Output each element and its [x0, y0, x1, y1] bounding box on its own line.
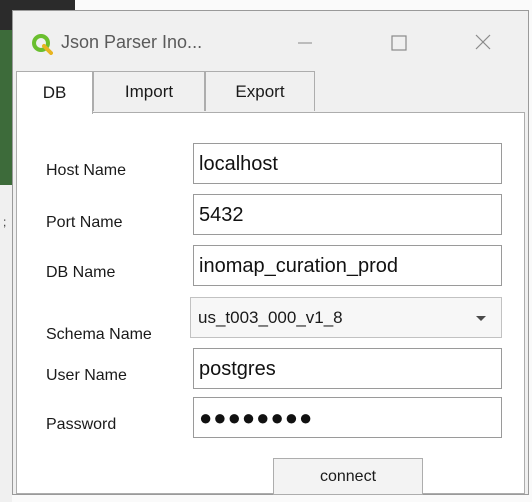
tab-db[interactable]: DB: [16, 71, 93, 114]
password-input[interactable]: ●●●●●●●●: [193, 397, 502, 438]
background-edge-text: ;: [3, 215, 7, 229]
schema-name-select[interactable]: us_t003_000_v1_8: [190, 297, 502, 338]
tab-bar: DB Import Export: [13, 71, 528, 114]
schema-name-label: Schema Name: [46, 326, 152, 343]
connect-button[interactable]: connect: [273, 458, 423, 495]
json-parser-dialog: Json Parser Ino... DB Import Export Host…: [12, 10, 529, 495]
port-name-label: Port Name: [46, 214, 123, 231]
chevron-down-icon: [476, 316, 486, 321]
window-title: Json Parser Ino...: [61, 32, 203, 52]
schema-name-value: us_t003_000_v1_8: [198, 308, 343, 327]
qgis-icon: [32, 34, 53, 55]
tab-export[interactable]: Export: [205, 71, 315, 111]
tab-import[interactable]: Import: [93, 71, 205, 111]
user-name-label: User Name: [46, 367, 127, 384]
user-name-input[interactable]: postgres: [193, 348, 502, 389]
close-icon[interactable]: [467, 29, 499, 57]
title-bar[interactable]: Json Parser Ino...: [13, 11, 528, 71]
db-name-input[interactable]: inomap_curation_prod: [193, 245, 502, 286]
minimize-icon[interactable]: [289, 29, 321, 57]
host-name-label: Host Name: [46, 162, 127, 179]
db-panel: Host Name localhost Port Name 5432 DB Na…: [16, 112, 525, 495]
host-name-input[interactable]: localhost: [193, 143, 502, 184]
port-name-input[interactable]: 5432: [193, 194, 502, 235]
background-window-green: [0, 30, 12, 185]
password-label: Password: [46, 416, 117, 433]
db-name-label: DB Name: [46, 264, 116, 281]
maximize-icon[interactable]: [383, 29, 415, 57]
screen: ; Json Parser Ino... DB Import Export Ho…: [0, 0, 532, 502]
background-window-light: [0, 185, 12, 502]
